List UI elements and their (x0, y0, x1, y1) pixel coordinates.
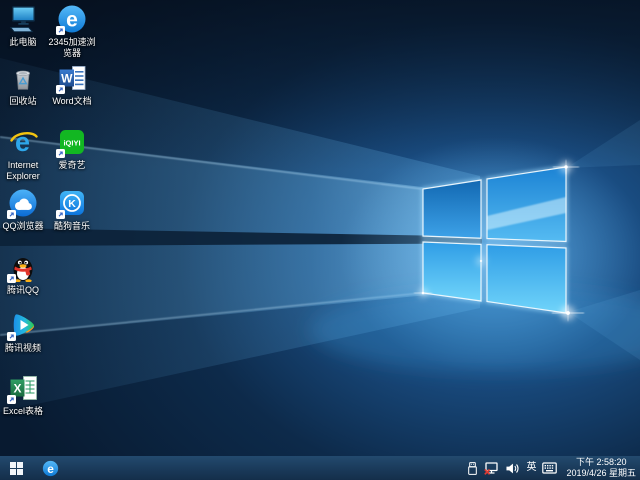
svg-text:e: e (66, 9, 78, 32)
desktop-icon-excel[interactable]: X Excel表格 (0, 373, 52, 417)
icon-label: Internet Explorer (6, 160, 40, 181)
this-pc-icon (8, 4, 38, 34)
word-icon: W (56, 63, 87, 94)
shortcut-arrow-badge (56, 26, 65, 35)
taskbar: e 英 下午 2:58:20 2019/4/26 星期五 (0, 456, 640, 480)
icon-label: 腾讯视频 (4, 343, 41, 353)
icon-label: QQ浏览器 (2, 221, 44, 231)
ime-language-indicator[interactable]: 英 (526, 463, 536, 473)
iqiyi-icon: iQIYI (56, 127, 87, 158)
shortcut-arrow-badge (7, 332, 16, 341)
kugou-music-icon: K (56, 188, 87, 219)
svg-text:e: e (15, 127, 30, 157)
svg-text:W: W (61, 72, 73, 86)
desktop-icon-iqiyi[interactable]: iQIYI 爱奇艺 (43, 127, 101, 171)
usb-device-icon[interactable] (467, 461, 478, 476)
icon-label: 2345加速浏 览器 (48, 37, 96, 58)
svg-text:X: X (13, 382, 21, 396)
shortcut-arrow-badge (7, 274, 16, 283)
shortcut-arrow-badge (56, 85, 65, 94)
icon-label: 回收站 (9, 96, 37, 106)
touch-keyboard-icon[interactable] (542, 462, 558, 474)
desktop-icon-kugou[interactable]: K 酷狗音乐 (43, 188, 101, 232)
shortcut-arrow-badge (7, 395, 16, 404)
icon-label: Word文档 (52, 96, 92, 106)
volume-icon[interactable] (505, 462, 520, 475)
shortcut-arrow-badge (56, 149, 65, 158)
shortcut-arrow-badge (7, 210, 16, 219)
2345-browser-taskbar-icon: e (42, 460, 58, 476)
windows-start-icon (9, 461, 23, 475)
icon-label: Excel表格 (2, 406, 43, 416)
icon-label: 腾讯QQ (6, 285, 39, 295)
system-tray: 英 (467, 461, 558, 476)
tencent-qq-icon (7, 252, 38, 283)
svg-text:K: K (68, 198, 76, 210)
tencent-video-icon (7, 310, 38, 341)
desktop-icon-word[interactable]: W Word文档 (43, 63, 101, 107)
desktop: 此电脑 e 2345加速浏 览器 回收站 W Word文档 e Internet… (0, 0, 640, 480)
2345-browser-icon: e (56, 4, 87, 35)
network-disconnected-icon[interactable] (484, 461, 499, 475)
desktop-icon-tencent-video[interactable]: 腾讯视频 (0, 310, 52, 354)
clock-date: 2019/4/26 星期五 (566, 468, 636, 478)
icon-label: 酷狗音乐 (53, 221, 90, 231)
desktop-icon-tencent-qq[interactable]: 腾讯QQ (0, 252, 52, 296)
clock-time: 下午 2:58:20 (575, 457, 627, 467)
shortcut-arrow-badge (56, 210, 65, 219)
desktop-icon-2345-browser[interactable]: e 2345加速浏 览器 (43, 4, 101, 59)
svg-text:e: e (47, 461, 54, 475)
internet-explorer-icon: e (8, 127, 38, 157)
icon-label: 爱奇艺 (58, 160, 86, 170)
taskbar-pinned-2345-browser[interactable]: e (36, 456, 64, 480)
qq-browser-icon (7, 188, 38, 219)
start-button[interactable] (0, 456, 32, 480)
excel-icon: X (7, 373, 38, 404)
icon-label: 此电脑 (9, 37, 37, 47)
taskbar-clock[interactable]: 下午 2:58:20 2019/4/26 星期五 (564, 457, 638, 479)
recycle-bin-icon (8, 63, 38, 93)
svg-text:iQIYI: iQIYI (63, 139, 80, 148)
